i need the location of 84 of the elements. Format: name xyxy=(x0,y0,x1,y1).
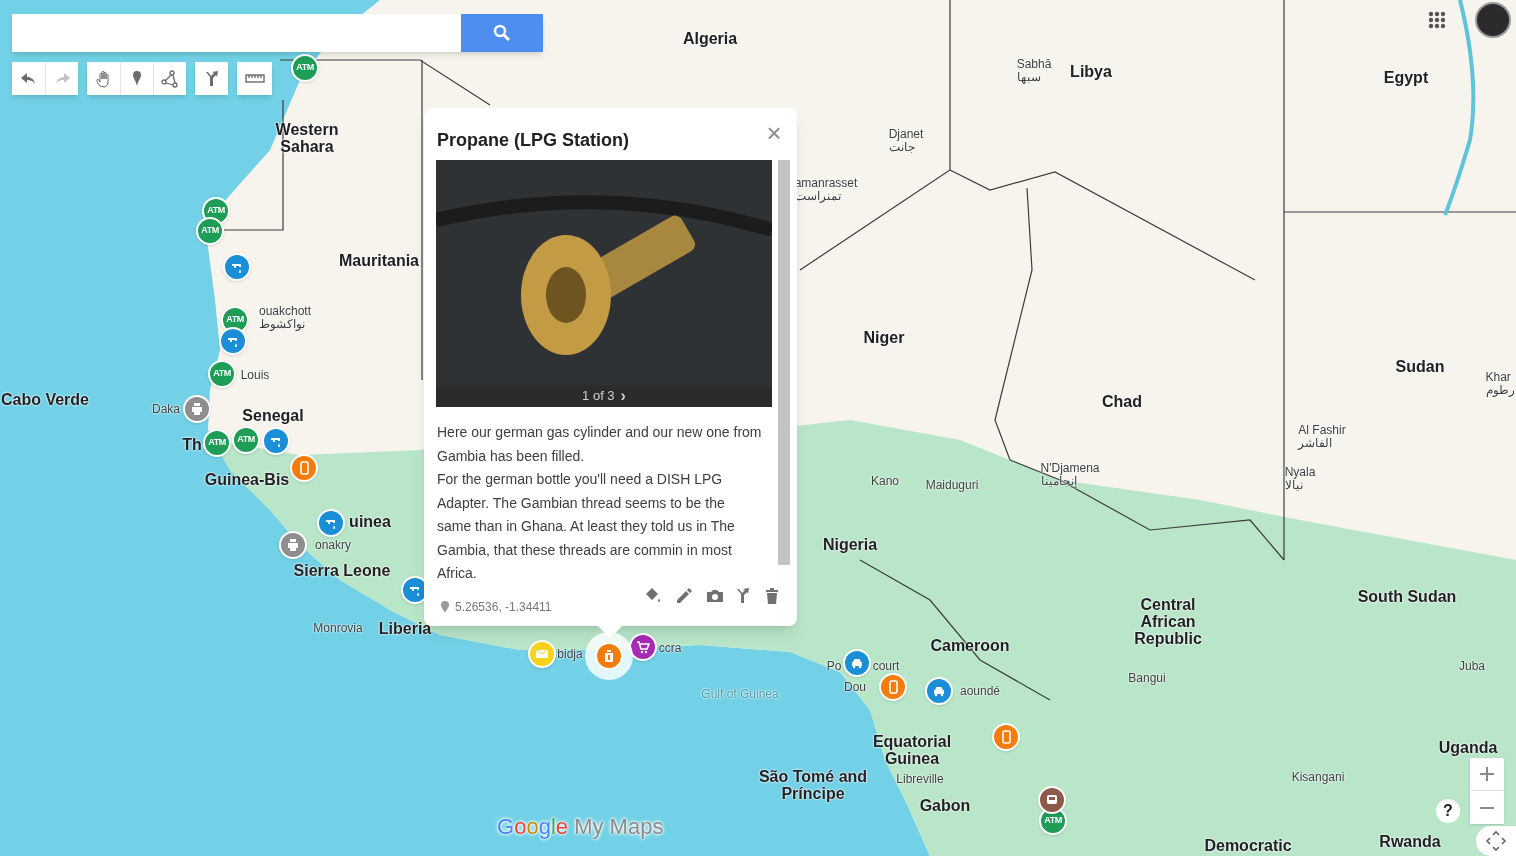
country-label: Senegal xyxy=(242,406,304,424)
envelope-icon xyxy=(535,647,549,661)
plus-icon xyxy=(1480,767,1494,781)
search-button[interactable] xyxy=(461,14,543,52)
city-label: Juba xyxy=(1459,659,1485,673)
country-label: Egypt xyxy=(1383,68,1429,86)
printer-icon xyxy=(190,402,204,416)
printer-icon xyxy=(286,538,300,552)
description-text: Here our german gas cylinder and our new one from Gambia has been filled. xyxy=(437,423,762,466)
country-label: Uganda xyxy=(1438,738,1498,756)
city-label: Monrovia xyxy=(313,621,363,635)
cart-icon xyxy=(636,640,650,654)
country-label: Chad xyxy=(1102,392,1142,410)
car-icon xyxy=(932,684,946,698)
printer-marker[interactable] xyxy=(183,395,211,423)
car-icon xyxy=(850,656,864,670)
country-label: South Sudan xyxy=(1357,587,1457,605)
country-label: Liberia xyxy=(378,619,432,637)
popup-title: Propane (LPG Station) xyxy=(437,129,629,152)
country-label: Niger xyxy=(863,328,905,346)
phone-icon xyxy=(297,461,311,475)
city-label: Kano xyxy=(871,474,899,488)
country-label: Equatorial Guinea xyxy=(871,733,953,767)
country-label: Central African Republic xyxy=(1133,595,1203,647)
line-icon xyxy=(160,68,180,89)
pan-control[interactable] xyxy=(1476,826,1516,856)
phone-icon xyxy=(999,730,1013,744)
pin-icon xyxy=(441,601,449,613)
coordinates-text: 5.26536, -1.34411 xyxy=(455,599,552,616)
atm-marker[interactable]: ATM xyxy=(291,54,319,82)
city-label: Libreville xyxy=(896,772,944,786)
edit-button[interactable] xyxy=(674,586,694,606)
sea-label: Gulf of Guinea xyxy=(701,686,779,703)
printer-marker[interactable] xyxy=(279,531,307,559)
country-label: São Tomé and Príncipe xyxy=(757,768,869,802)
city-label: Dou xyxy=(844,680,866,694)
gas-cylinder-icon xyxy=(602,649,616,663)
country-label: Democratic xyxy=(1204,836,1292,854)
mail-marker[interactable] xyxy=(528,640,556,668)
country-label: Nigeria xyxy=(822,535,878,553)
bus-icon xyxy=(1045,793,1059,807)
country-label: Gabon xyxy=(919,796,971,814)
country-label: Cabo Verde xyxy=(1,390,89,408)
route-tool-button[interactable] xyxy=(195,62,228,95)
undo-tool-button[interactable] xyxy=(12,62,45,95)
phone-icon xyxy=(886,680,900,694)
atm-marker[interactable]: ATM xyxy=(196,217,224,245)
country-label: Guinea-Bis xyxy=(204,470,290,488)
minus-icon xyxy=(1480,806,1494,809)
city-label: Daka xyxy=(152,402,180,416)
close-button[interactable]: × xyxy=(762,120,786,146)
city-label: Maiduguri xyxy=(925,478,979,492)
country-label: Mauritania xyxy=(339,251,419,269)
atm-marker[interactable]: ATM xyxy=(208,360,236,388)
hand-tool-button[interactable] xyxy=(87,62,120,95)
next-photo-button[interactable]: › xyxy=(620,388,626,404)
apps-grid-icon[interactable] xyxy=(1428,11,1448,31)
country-label: Sudan xyxy=(1395,357,1445,375)
search-icon xyxy=(493,24,511,42)
city-label: Louis xyxy=(240,368,270,382)
photo-counter: 1 of 3 xyxy=(582,387,615,406)
country-label: Sierra Leone xyxy=(293,561,391,579)
search-field[interactable] xyxy=(12,14,461,52)
country-label: Algeria xyxy=(682,29,738,47)
city-label: aoundé xyxy=(960,684,1000,698)
atm-marker[interactable]: ATM xyxy=(203,429,231,457)
city-label: Po xyxy=(826,659,842,673)
city-label: court xyxy=(872,659,900,673)
city-label: Bangui xyxy=(1128,671,1166,685)
city-label: onakry xyxy=(315,538,351,552)
description-text: For the german bottle you'll need a DISH LPG Adapter. The Gambian thread seems to be the same than in Ghana. At least they told us in The Gambia, that these threads are commin in most Africa. xyxy=(437,470,736,583)
country-label: Rwanda xyxy=(1379,832,1441,850)
line-tool-button[interactable] xyxy=(153,62,186,95)
country-label: uinea xyxy=(349,512,391,530)
city-label: bidja xyxy=(557,647,583,661)
scrollbar[interactable] xyxy=(778,160,790,565)
city-label: ccra xyxy=(658,641,682,655)
country-label: Th xyxy=(182,435,202,453)
city-label: Kisangani xyxy=(1291,770,1345,784)
ruler-tool-button[interactable] xyxy=(237,62,272,95)
arrows-icon xyxy=(1485,830,1507,852)
country-label: Libya xyxy=(1070,62,1112,80)
marker-tool-button[interactable] xyxy=(120,62,153,95)
google-my-maps-logo: Google My Maps xyxy=(497,813,664,841)
